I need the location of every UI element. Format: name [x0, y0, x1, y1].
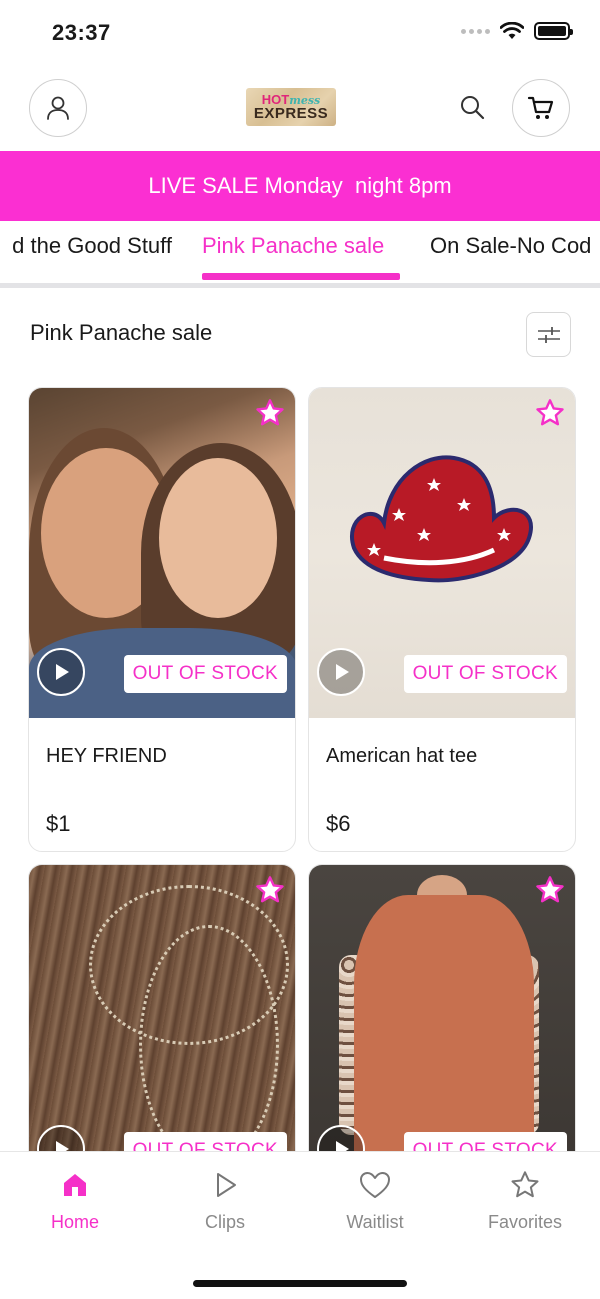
tab-favorites-label: Favorites [487, 1212, 563, 1232]
play-icon [336, 664, 349, 680]
favorite-star-button[interactable] [253, 396, 287, 430]
section-title: Pink Panache sale [30, 320, 213, 345]
product-card[interactable]: OUT OF STOCK HEY FRIEND $1 [28, 387, 296, 852]
product-price: $6 [326, 811, 351, 836]
battery-icon [534, 22, 573, 40]
brand-logo[interactable]: HOTmess EXPRESS [246, 88, 336, 126]
product-card[interactable]: OUT OF STOCK [308, 864, 576, 1151]
logo-express-text: EXPRESS [253, 105, 329, 122]
favorite-star-button[interactable] [253, 873, 287, 907]
status-time: 23:37 [52, 20, 111, 45]
tab-good-stuff[interactable]: d the Good Stuff [12, 233, 172, 259]
play-icon [56, 1141, 69, 1151]
star-icon [256, 876, 284, 903]
banner-text: LIVE SALE Monday night 8pm [148, 173, 452, 198]
play-icon [336, 1141, 349, 1151]
out-of-stock-badge: OUT OF STOCK [123, 1132, 287, 1151]
heart-icon [360, 1172, 390, 1198]
product-name: HEY FRIEND [46, 745, 167, 767]
tab-waitlist-label: Waitlist [346, 1212, 404, 1232]
tab-clips[interactable]: Clips [165, 1168, 285, 1233]
play-video-button[interactable] [317, 648, 365, 696]
star-icon [511, 1171, 539, 1198]
tab-waitlist[interactable]: Waitlist [315, 1168, 435, 1233]
active-tab-indicator [202, 273, 400, 280]
category-tabs: d the Good Stuff Pink Panache sale On Sa… [0, 221, 600, 283]
play-icon [217, 1173, 236, 1197]
tabs-divider [0, 283, 600, 288]
star-icon [536, 399, 564, 426]
out-of-stock-badge: OUT OF STOCK [123, 655, 287, 693]
star-icon [536, 876, 564, 903]
live-sale-banner[interactable]: LIVE SALE Monday night 8pm [0, 151, 600, 221]
out-of-stock-badge: OUT OF STOCK [403, 1132, 567, 1151]
out-of-stock-badge: OUT OF STOCK [403, 655, 567, 693]
favorite-star-button[interactable] [533, 873, 567, 907]
product-card[interactable]: OUT OF STOCK American hat tee $6 [308, 387, 576, 852]
home-icon [64, 1174, 86, 1196]
product-grid: OUT OF STOCK HEY FRIEND $1 OUT OF STOCK … [28, 387, 576, 1151]
user-icon [47, 96, 69, 120]
cart-button[interactable] [512, 79, 570, 137]
product-card[interactable]: OUT OF STOCK [28, 864, 296, 1151]
product-name: American hat tee [326, 745, 478, 767]
status-icons [461, 22, 573, 40]
cart-icon [527, 96, 554, 119]
status-bar: 23:37 [0, 0, 600, 66]
tab-pink-panache-sale[interactable]: Pink Panache sale [202, 233, 384, 259]
tab-home[interactable]: Home [15, 1168, 135, 1233]
search-button[interactable] [455, 90, 489, 124]
signal-icon [461, 28, 490, 34]
filter-sliders-icon [537, 326, 560, 343]
account-button[interactable] [29, 79, 87, 137]
star-icon [256, 399, 284, 426]
bottom-tab-bar: Home Clips Waitlist Favorites [0, 1151, 600, 1299]
play-video-button[interactable] [37, 648, 85, 696]
tab-favorites[interactable]: Favorites [465, 1168, 585, 1233]
play-icon [56, 664, 69, 680]
filter-button[interactable] [526, 312, 571, 357]
wifi-icon [500, 22, 524, 39]
tab-home-label: Home [50, 1212, 99, 1232]
cowboy-hat-graphic [350, 455, 533, 583]
app-header: HOTmess EXPRESS [0, 66, 600, 150]
tab-on-sale[interactable]: On Sale-No Cod [430, 233, 591, 259]
tab-clips-label: Clips [204, 1212, 245, 1232]
product-image-rust-top [309, 865, 575, 1151]
search-icon [461, 96, 485, 120]
favorite-star-button[interactable] [533, 396, 567, 430]
home-indicator[interactable] [193, 1280, 407, 1287]
product-image-necklace [29, 865, 295, 1151]
product-price: $1 [46, 811, 71, 836]
